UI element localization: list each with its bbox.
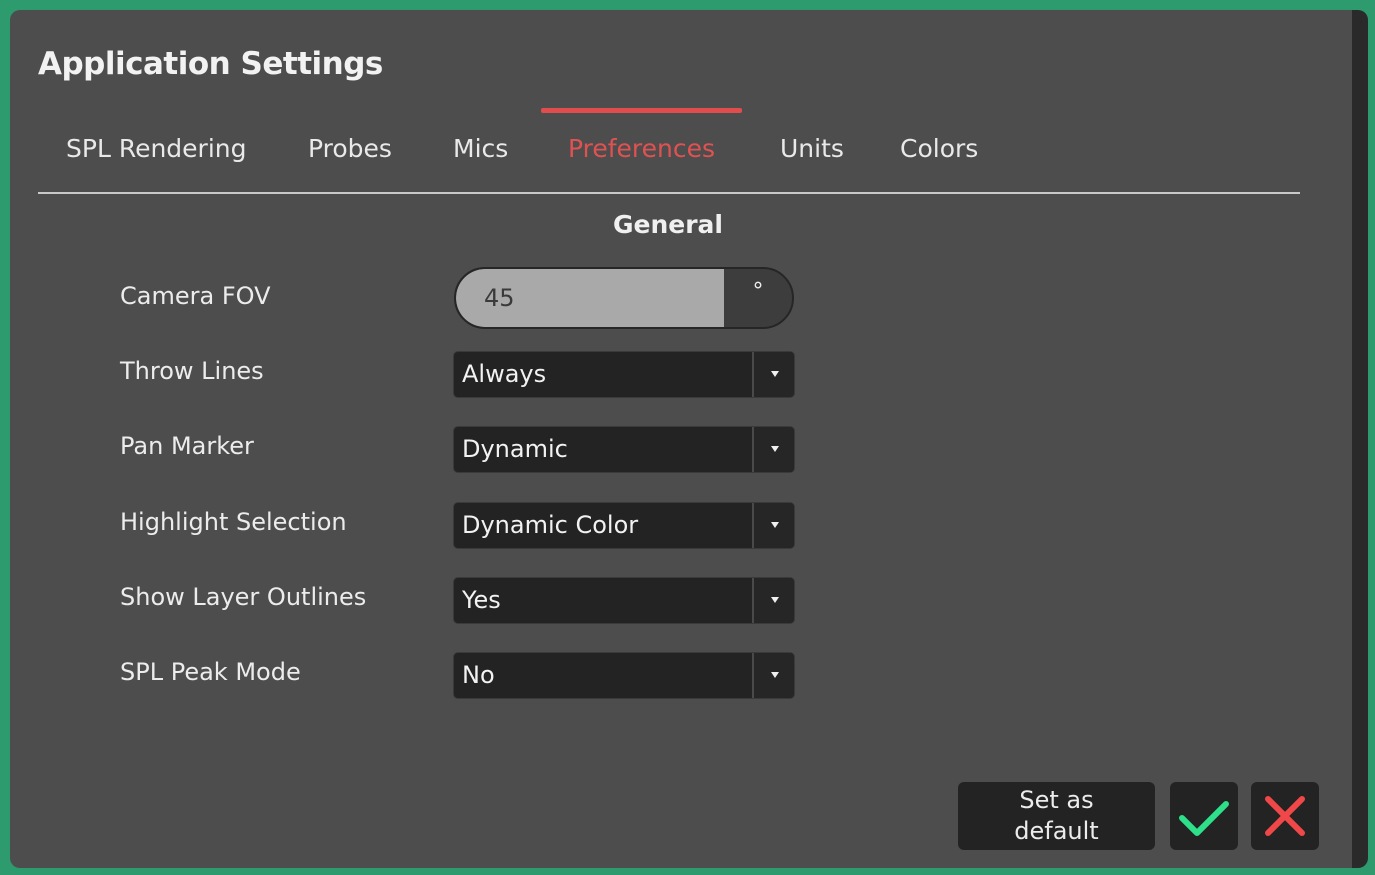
chevron-down-icon[interactable] — [752, 352, 794, 397]
pan-marker-value: Dynamic — [462, 435, 568, 463]
close-icon — [1265, 796, 1305, 836]
camera-fov-input[interactable]: 45 — [456, 269, 724, 327]
camera-fov-field[interactable]: 45 ° — [454, 267, 794, 329]
show-layer-outlines-label: Show Layer Outlines — [120, 583, 367, 611]
camera-fov-label: Camera FOV — [120, 282, 271, 310]
tab-units[interactable]: Units — [780, 108, 844, 192]
tab-mics[interactable]: Mics — [453, 108, 508, 192]
dialog-title: Application Settings — [38, 46, 383, 82]
tab-bar: SPL Rendering Probes Mics Preferences Un… — [38, 108, 1300, 194]
spl-peak-mode-select[interactable]: No — [454, 653, 794, 698]
set-as-default-button[interactable]: Set as default — [958, 782, 1155, 850]
settings-dialog: Application Settings SPL Rendering Probe… — [10, 10, 1368, 868]
show-layer-outlines-value: Yes — [462, 586, 501, 614]
throw-lines-select[interactable]: Always — [454, 352, 794, 397]
tab-spl-rendering[interactable]: SPL Rendering — [66, 108, 246, 192]
show-layer-outlines-select[interactable]: Yes — [454, 578, 794, 623]
pan-marker-select[interactable]: Dynamic — [454, 427, 794, 472]
spl-peak-mode-value: No — [462, 661, 495, 689]
highlight-selection-select[interactable]: Dynamic Color — [454, 503, 794, 548]
spl-peak-mode-label: SPL Peak Mode — [120, 658, 301, 686]
chevron-down-icon[interactable] — [752, 653, 794, 698]
chevron-down-icon[interactable] — [752, 578, 794, 623]
camera-fov-unit: ° — [752, 279, 764, 304]
tab-colors[interactable]: Colors — [900, 108, 978, 192]
throw-lines-label: Throw Lines — [120, 357, 264, 385]
cancel-button[interactable] — [1251, 782, 1319, 850]
throw-lines-value: Always — [462, 360, 547, 388]
highlight-selection-value: Dynamic Color — [462, 511, 639, 539]
chevron-down-icon[interactable] — [752, 427, 794, 472]
checkmark-icon — [1179, 801, 1229, 836]
tab-preferences[interactable]: Preferences — [540, 108, 743, 192]
highlight-selection-label: Highlight Selection — [120, 508, 347, 536]
section-title-general: General — [613, 210, 723, 239]
set-as-default-label-line2: default — [1014, 817, 1099, 845]
tab-probes[interactable]: Probes — [308, 108, 392, 192]
pan-marker-label: Pan Marker — [120, 432, 254, 460]
confirm-button[interactable] — [1170, 782, 1238, 850]
set-as-default-label-line1: Set as — [1019, 786, 1094, 814]
chevron-down-icon[interactable] — [752, 503, 794, 548]
